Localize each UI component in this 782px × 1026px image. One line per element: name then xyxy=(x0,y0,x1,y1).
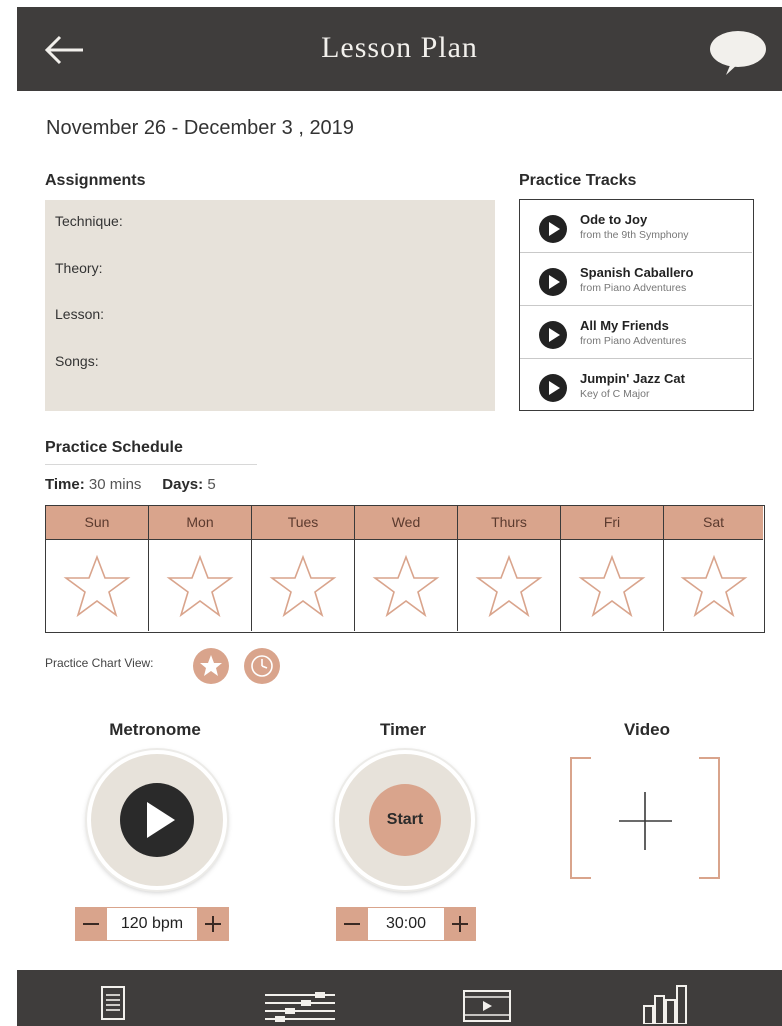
date-range: November 26 - December 3 , 2019 xyxy=(46,117,354,139)
star-outline-icon xyxy=(680,554,747,617)
time-value: 30 mins xyxy=(88,476,142,493)
bar-chart-icon[interactable] xyxy=(642,984,688,1024)
star-outline-icon xyxy=(63,554,131,617)
star-outline-icon xyxy=(475,554,543,617)
track-item[interactable]: Spanish Caballero from Piano Adventures xyxy=(520,253,752,306)
video-film-icon[interactable] xyxy=(463,990,511,1022)
star-view-button[interactable] xyxy=(193,648,229,684)
track-subtitle: from the 9th Symphony xyxy=(580,229,689,241)
metronome-play-button[interactable] xyxy=(120,783,194,857)
header-bar: Lesson Plan xyxy=(17,7,782,91)
track-name: Jumpin' Jazz Cat xyxy=(580,371,685,386)
minus-button[interactable] xyxy=(75,907,107,941)
day-header-thurs: Thurs xyxy=(458,506,561,540)
app-screen: Lesson Plan November 26 - December 3 , 2… xyxy=(17,7,782,1026)
track-item[interactable]: All My Friends from Piano Adventures xyxy=(520,306,752,359)
day-header-mon: Mon xyxy=(149,506,252,540)
schedule-table: Sun Mon Tues Wed Thurs Fri Sat xyxy=(45,505,765,633)
days-label: Days: xyxy=(162,476,204,493)
assignment-theory: Theory: xyxy=(55,260,103,276)
track-subtitle: from Piano Adventures xyxy=(580,335,687,347)
star-outline-icon xyxy=(578,554,646,617)
play-icon[interactable] xyxy=(539,374,567,402)
assignment-lesson: Lesson: xyxy=(55,306,105,322)
clock-view-button[interactable] xyxy=(244,648,280,684)
add-video-button[interactable] xyxy=(569,756,721,880)
track-name: Ode to Joy xyxy=(580,212,648,227)
track-subtitle: Key of C Major xyxy=(580,388,650,400)
play-icon[interactable] xyxy=(539,321,567,349)
video-title: Video xyxy=(624,720,670,739)
plus-button[interactable] xyxy=(197,907,229,941)
track-item[interactable]: Jumpin' Jazz Cat Key of C Major xyxy=(520,359,752,412)
assignment-songs: Songs: xyxy=(55,353,99,369)
play-icon[interactable] xyxy=(539,268,567,296)
assignment-technique: Technique: xyxy=(55,213,123,229)
document-list-icon[interactable] xyxy=(101,986,125,1020)
star-icon xyxy=(200,655,222,676)
metronome-title: Metronome xyxy=(109,720,201,739)
time-label: Time: xyxy=(45,476,85,493)
assignments-panel: Technique: Theory: Lesson: Songs: xyxy=(45,200,495,411)
day-header-sat: Sat xyxy=(664,506,763,540)
metronome-stepper[interactable]: 120 bpm xyxy=(75,907,229,941)
bpm-value[interactable]: 120 bpm xyxy=(107,907,197,941)
metronome-dial xyxy=(87,750,227,890)
chart-view-label: Practice Chart View: xyxy=(45,656,154,670)
minus-button[interactable] xyxy=(336,907,368,941)
plus-button[interactable] xyxy=(444,907,476,941)
timer-stepper[interactable]: 30:00 xyxy=(336,907,476,941)
timer-start-button[interactable]: Start xyxy=(369,784,441,856)
clock-icon xyxy=(251,655,273,677)
track-subtitle: from Piano Adventures xyxy=(580,282,687,294)
day-star-cell[interactable] xyxy=(458,540,561,631)
star-outline-icon xyxy=(166,554,234,617)
day-star-cell[interactable] xyxy=(561,540,664,631)
play-icon[interactable] xyxy=(539,215,567,243)
practice-tracks-list: Ode to Joy from the 9th Symphony Spanish… xyxy=(519,199,754,411)
day-star-cell[interactable] xyxy=(664,540,763,631)
track-item[interactable]: Ode to Joy from the 9th Symphony xyxy=(520,200,752,253)
track-name: All My Friends xyxy=(580,318,669,333)
bottom-nav xyxy=(17,970,782,1026)
day-header-fri: Fri xyxy=(561,506,664,540)
star-outline-icon xyxy=(269,554,337,617)
practice-tracks-title: Practice Tracks xyxy=(519,172,637,189)
timer-title: Timer xyxy=(380,720,426,739)
divider xyxy=(45,464,257,465)
day-star-cell[interactable] xyxy=(355,540,458,631)
day-star-cell[interactable] xyxy=(46,540,149,631)
assignments-title: Assignments xyxy=(45,172,146,189)
day-star-cell[interactable] xyxy=(252,540,355,631)
day-header-tues: Tues xyxy=(252,506,355,540)
practice-schedule-title: Practice Schedule xyxy=(45,439,183,456)
day-star-cell[interactable] xyxy=(149,540,252,631)
timer-value[interactable]: 30:00 xyxy=(368,907,444,941)
timer-dial: Start xyxy=(335,750,475,890)
day-header-sun: Sun xyxy=(46,506,149,540)
track-name: Spanish Caballero xyxy=(580,265,694,280)
day-header-wed: Wed xyxy=(355,506,458,540)
plus-icon xyxy=(619,792,672,850)
star-outline-icon xyxy=(372,554,440,617)
sliders-icon[interactable] xyxy=(265,990,335,1024)
page-title: Lesson Plan xyxy=(321,31,478,64)
schedule-summary: Time: 30 mins Days: 5 xyxy=(45,476,216,493)
days-value: 5 xyxy=(207,476,216,493)
chat-bubble-icon[interactable] xyxy=(709,29,767,77)
